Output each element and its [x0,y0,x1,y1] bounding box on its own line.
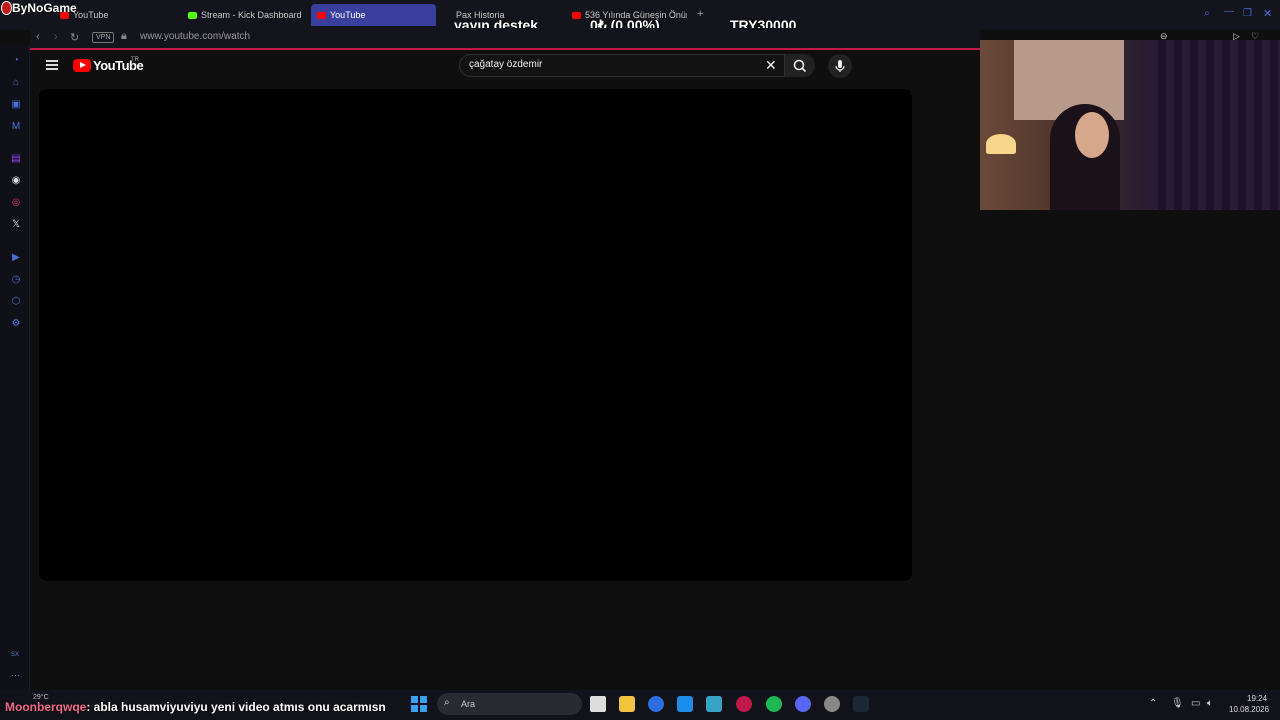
clock-time[interactable]: 19:24 [1247,694,1267,703]
gamepad-icon[interactable]: ▣ [10,99,22,111]
browser-sidebar [0,45,30,690]
play-icon[interactable]: ▶ [10,252,22,264]
maximize-icon[interactable]: ❐ [1243,8,1252,19]
tab-youtube-active[interactable]: YouTube [311,4,436,26]
kick-icon [188,11,197,19]
steam-icon[interactable] [853,696,869,712]
file-explorer-icon[interactable] [619,696,635,712]
search-icon[interactable]: ⌕ [1204,8,1210,19]
tray-chevron-icon[interactable]: ⌃ [1149,698,1157,709]
country-code: TR [131,57,139,63]
chat-overlay: Moonberqwqe: abla husamviyuviyu yeni vid… [5,700,386,714]
messenger-icon[interactable]: M [10,121,22,133]
cube-icon[interactable]: ⬡ [10,296,22,308]
taskbar-search-placeholder[interactable]: Ara [461,699,475,709]
zoom-icon[interactable]: ⊖ [1160,31,1168,42]
chat-message: : abla husamviyuviyu yeni video atmıs on… [86,700,386,714]
reload-icon[interactable]: ↻ [70,31,79,44]
clock-date[interactable]: 10.08.2026 [1229,705,1269,714]
tab-label: Stream - Kick Dashboard [201,10,302,20]
ea-app-icon[interactable] [648,696,664,712]
tab-kick-dashboard[interactable]: Stream - Kick Dashboard [188,4,308,26]
history-icon[interactable]: ◔ [10,55,22,67]
tab-label: YouTube [330,10,366,20]
lock-icon: 🔒︎ [121,30,127,42]
brand-logo-icon [1,1,12,15]
opera-gx-icon[interactable] [736,696,752,712]
youtube-icon [60,11,69,19]
task-view-icon[interactable] [590,696,606,712]
webcam-overlay [980,40,1280,210]
instagram-icon[interactable]: ◎ [10,197,22,209]
volume-icon[interactable]: 🔈︎ [1207,698,1213,709]
search-icon: ⌕ [444,697,450,708]
youtube-icon [572,11,581,19]
clock-icon[interactable]: ◷ [10,274,22,286]
url-field[interactable]: www.youtube.com/watch [140,31,250,42]
new-tab-plus-icon[interactable]: + [697,8,703,20]
close-icon[interactable]: ✕ [1263,7,1272,20]
clear-search-icon[interactable]: ✕ [765,57,777,74]
youtube-icon [317,11,326,19]
network-icon[interactable]: ▭ [1191,698,1200,709]
spotify-icon[interactable] [766,696,782,712]
minimize-icon[interactable]: — [1224,6,1234,17]
search-button[interactable] [785,54,815,77]
microphone-icon [835,60,845,72]
discord-icon[interactable]: ◉ [10,175,22,187]
play-toolbar-icon[interactable]: ▷ [1233,31,1240,42]
search-query[interactable]: çağatay özdemir [469,59,542,70]
windows-start-icon[interactable] [411,696,427,712]
taskbar-search-box[interactable] [437,693,582,715]
bag-icon[interactable]: ⌂ [10,77,22,89]
photos-icon[interactable] [706,696,722,712]
tab-youtube-1[interactable]: YouTube [60,4,170,26]
voice-search-button[interactable] [828,54,852,78]
x-icon[interactable]: 𝕏 [10,219,22,231]
heart-icon[interactable]: ♡ [1251,31,1259,42]
chat-username: Moonberqwqe [5,700,87,714]
back-icon[interactable]: ‹ [36,31,40,43]
sidebar-bottom-label[interactable]: SX [11,652,19,658]
settings-icon[interactable]: ⚙ [10,318,22,330]
mail-icon[interactable] [677,696,693,712]
hamburger-menu-icon[interactable] [46,60,58,70]
settings-app-icon[interactable] [824,696,840,712]
search-icon [793,59,807,73]
youtube-logo-icon[interactable] [73,59,91,72]
twitch-icon[interactable]: ▤ [10,153,22,165]
forward-icon[interactable]: › [54,31,58,43]
vpn-badge[interactable]: VPN [92,32,115,43]
discord-taskbar-icon[interactable] [795,696,811,712]
video-player[interactable] [39,89,912,581]
microphone-tray-icon[interactable]: 🎙︎ [1171,698,1184,709]
tab-label: YouTube [73,10,109,20]
more-icon[interactable]: ⋯ [11,670,20,681]
